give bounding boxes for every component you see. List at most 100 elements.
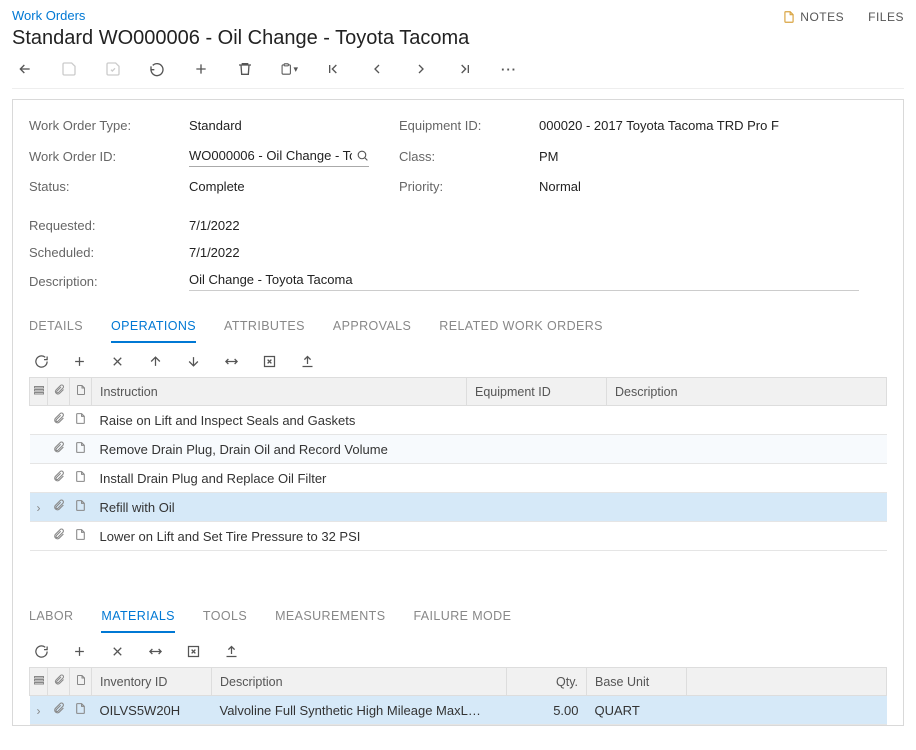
attachment-icon[interactable] [48,696,70,725]
status-label: Status: [29,179,189,194]
tab-failure[interactable]: FAILURE MODE [413,601,511,633]
table-row[interactable]: Remove Drain Plug, Drain Oil and Record … [30,435,887,464]
tab-attributes[interactable]: ATTRIBUTES [224,311,305,343]
add-row-button-2[interactable] [71,643,87,659]
scheduled-value: 7/1/2022 [189,245,859,260]
wo-type-value: Standard [189,118,399,133]
chevron-right-icon[interactable]: › [37,704,41,718]
tab-approvals[interactable]: APPROVALS [333,311,411,343]
table-row[interactable]: Lower on Lift and Set Tire Pressure to 3… [30,522,887,551]
attachment-icon[interactable] [48,406,70,435]
note-icon[interactable] [70,435,92,464]
notes-button[interactable]: NOTES [782,10,844,24]
export-excel-button[interactable] [261,353,277,369]
col-equipment[interactable]: Equipment ID [467,378,607,406]
equipment-id-value: 000020 - 2017 Toyota Tacoma TRD Pro F [539,118,859,133]
col-settings-2[interactable] [30,668,48,696]
tab-materials[interactable]: MATERIALS [101,601,175,633]
clipboard-button[interactable]: ▾ [280,60,298,78]
col-instruction[interactable]: Instruction [92,378,467,406]
wo-id-input[interactable]: WO000006 - Oil Change - To [189,145,369,167]
attachment-icon[interactable] [48,493,70,522]
tab-operations[interactable]: OPERATIONS [111,311,196,343]
instruction-cell: Refill with Oil [92,493,467,522]
col-note-2 [70,668,92,696]
description-cell [607,493,887,522]
main-toolbar: ▾ ··· [12,60,904,89]
equipment-id-label: Equipment ID: [399,118,539,133]
col-settings[interactable] [30,378,48,406]
operations-toolbar [29,343,887,377]
note-icon[interactable] [70,522,92,551]
refresh-button[interactable] [33,353,49,369]
upload-button[interactable] [299,353,315,369]
operations-grid: Instruction Equipment ID Description Rai… [29,377,887,551]
attachment-icon[interactable] [48,522,70,551]
status-value: Complete [189,179,399,194]
note-icon[interactable] [70,696,92,725]
col-qty[interactable]: Qty. [507,668,587,696]
back-button[interactable] [16,60,34,78]
fit-columns-button[interactable] [223,353,239,369]
table-row[interactable]: ›OILVS5W20HValvoline Full Synthetic High… [30,696,887,725]
description-cell [607,435,887,464]
wo-type-label: Work Order Type: [29,118,189,133]
tab-related[interactable]: RELATED WORK ORDERS [439,311,603,343]
table-row[interactable]: › Refill with Oil [30,493,887,522]
attachment-icon[interactable] [48,464,70,493]
move-up-button[interactable] [147,353,163,369]
notes-label: NOTES [800,10,844,24]
note-icon[interactable] [70,493,92,522]
col-description[interactable]: Description [607,378,887,406]
upload-button-2[interactable] [223,643,239,659]
note-icon [782,10,796,24]
table-row[interactable]: Raise on Lift and Inspect Seals and Gask… [30,406,887,435]
next-button[interactable] [412,60,430,78]
export-excel-button-2[interactable] [185,643,201,659]
add-button[interactable] [192,60,210,78]
delete-button[interactable] [236,60,254,78]
prev-button[interactable] [368,60,386,78]
files-button[interactable]: FILES [868,10,904,24]
chevron-right-icon[interactable]: › [37,501,41,515]
undo-button[interactable] [148,60,166,78]
equipment-cell [467,406,607,435]
delete-row-button-2[interactable] [109,643,125,659]
fit-columns-button-2[interactable] [147,643,163,659]
note-icon[interactable] [70,406,92,435]
delete-row-button[interactable] [109,353,125,369]
first-button[interactable] [324,60,342,78]
tab-tools[interactable]: TOOLS [203,601,247,633]
class-value: PM [539,149,859,164]
class-label: Class: [399,149,539,164]
instruction-cell: Install Drain Plug and Replace Oil Filte… [92,464,467,493]
wo-id-label: Work Order ID: [29,149,189,164]
tab-measurements[interactable]: MEASUREMENTS [275,601,385,633]
col-unit[interactable]: Base Unit [587,668,687,696]
tab-details[interactable]: DETAILS [29,311,83,343]
tab-labor[interactable]: LABOR [29,601,73,633]
instruction-cell: Lower on Lift and Set Tire Pressure to 3… [92,522,467,551]
qty-cell: 5.00 [507,696,587,725]
description-value[interactable]: Oil Change - Toyota Tacoma [189,272,859,291]
col-mat-description[interactable]: Description [212,668,507,696]
inventory-cell: OILVS5W20H [92,696,212,725]
add-row-button[interactable] [71,353,87,369]
instruction-cell: Raise on Lift and Inspect Seals and Gask… [92,406,467,435]
save-button [60,60,78,78]
col-inventory[interactable]: Inventory ID [92,668,212,696]
materials-grid: Inventory ID Description Qty. Base Unit … [29,667,887,725]
move-down-button[interactable] [185,353,201,369]
materials-toolbar [29,633,887,667]
note-icon[interactable] [70,464,92,493]
more-button[interactable]: ··· [500,60,518,78]
breadcrumb[interactable]: Work Orders [12,6,469,25]
refresh-button-2[interactable] [33,643,49,659]
table-row[interactable]: Install Drain Plug and Replace Oil Filte… [30,464,887,493]
unit-cell: QUART [587,696,687,725]
last-button[interactable] [456,60,474,78]
attachment-icon[interactable] [48,435,70,464]
col-attachment [48,378,70,406]
priority-label: Priority: [399,179,539,194]
equipment-cell [467,522,607,551]
